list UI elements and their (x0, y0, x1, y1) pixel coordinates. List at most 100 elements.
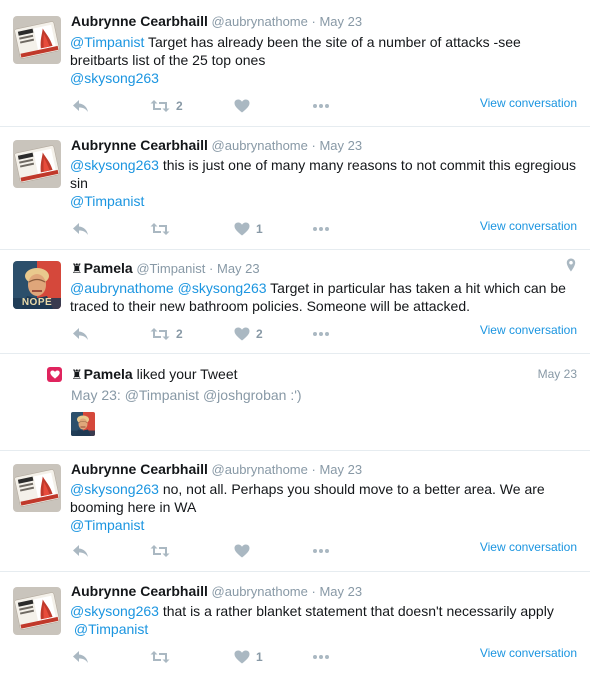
avatar-image (71, 412, 95, 436)
author-name[interactable]: Aubrynne Cearbhaill (71, 583, 208, 599)
view-conversation-link[interactable]: View conversation (480, 540, 577, 554)
mention-link[interactable]: @Timpanist (70, 34, 144, 50)
heart-icon (234, 222, 250, 236)
mention-link[interactable]: @skysong263 (70, 481, 159, 497)
more-icon (313, 227, 329, 231)
avatar-image (13, 587, 61, 635)
author-handle[interactable]: @aubrynathome (212, 14, 308, 29)
mention-link[interactable]: @skysong263 (70, 70, 159, 86)
view-conversation-link[interactable]: View conversation (480, 96, 577, 110)
retweet-icon (150, 100, 170, 112)
notification-action: liked your Tweet (132, 366, 238, 382)
tweet-date[interactable]: May 23 (217, 261, 260, 276)
more-button[interactable] (312, 324, 330, 344)
author-name[interactable]: Aubrynne Cearbhaill (71, 461, 208, 477)
tweet[interactable]: Aubrynne Cearbhaill @aubrynathome · May … (0, 0, 590, 127)
reply-button[interactable] (72, 219, 89, 239)
avatar[interactable] (71, 412, 95, 436)
mention-link[interactable]: @aubrynathome (70, 280, 174, 296)
more-button[interactable] (312, 219, 330, 239)
like-button[interactable] (234, 96, 250, 116)
avatar[interactable] (13, 587, 61, 635)
avatar[interactable] (13, 140, 61, 188)
reply-button[interactable] (72, 96, 89, 116)
tweet[interactable]: Aubrynne Cearbhaill @aubrynathome · May … (0, 127, 590, 250)
retweet-button[interactable]: 2 (150, 324, 183, 344)
avatar-image (13, 140, 61, 188)
like-count: 2 (256, 327, 263, 341)
separator-dot: · (209, 261, 214, 276)
more-button[interactable] (312, 541, 330, 561)
avatar[interactable] (13, 16, 61, 64)
reply-icon (73, 651, 88, 663)
reply-button[interactable] (72, 647, 89, 667)
tweet-text: @Timpanist Target has already been the s… (70, 33, 580, 87)
mention-link[interactable]: @Timpanist (70, 517, 144, 533)
heart-icon (234, 650, 250, 664)
heart-icon (234, 99, 250, 113)
retweet-button[interactable] (150, 219, 170, 239)
nope-label: NOPE (21, 297, 53, 308)
like-notification[interactable]: ♜Pamela liked your Tweet May 23 May 23: … (0, 354, 590, 451)
mention-link[interactable]: @skysong263 (70, 157, 159, 173)
avatar[interactable]: NOPE (13, 261, 61, 309)
like-button[interactable]: 2 (234, 324, 263, 344)
separator-dot: · (311, 462, 316, 477)
tweet[interactable]: NOPE ♜Pamela @Timpanist · May 23 @aubryn… (0, 250, 590, 354)
retweet-button[interactable] (150, 541, 170, 561)
tweet-date[interactable]: May 23 (319, 14, 362, 29)
like-count: 1 (256, 222, 263, 236)
view-conversation-link[interactable]: View conversation (480, 219, 577, 233)
retweet-count: 2 (176, 99, 183, 113)
author-name[interactable]: Pamela (84, 260, 133, 276)
tweet-text-content: that is a rather blanket statement that … (158, 603, 554, 619)
mention-link[interactable]: @Timpanist (74, 621, 148, 637)
reply-icon (73, 223, 88, 235)
view-conversation-link[interactable]: View conversation (480, 646, 577, 660)
more-button[interactable] (312, 647, 330, 667)
author-handle[interactable]: @aubrynathome (212, 462, 308, 477)
like-button[interactable]: 1 (234, 647, 263, 667)
retweet-button[interactable]: 2 (150, 96, 183, 116)
author-handle[interactable]: @aubrynathome (212, 584, 308, 599)
avatar-image (13, 464, 61, 512)
author-name[interactable]: Aubrynne Cearbhaill (71, 13, 208, 29)
tweet-date[interactable]: May 23 (319, 584, 362, 599)
location-pin-icon[interactable] (566, 258, 576, 272)
reply-icon (73, 545, 88, 557)
tweet[interactable]: Aubrynne Cearbhaill @aubrynathome · May … (0, 451, 590, 572)
avatar-image (13, 16, 61, 64)
separator-dot: · (311, 584, 316, 599)
like-button[interactable] (234, 541, 250, 561)
tweet[interactable]: Aubrynne Cearbhaill @aubrynathome · May … (0, 572, 590, 680)
tweet-date[interactable]: May 23 (319, 138, 362, 153)
tweet-header: Aubrynne Cearbhaill @aubrynathome · May … (71, 13, 362, 29)
mention-link[interactable]: @skysong263 (70, 603, 159, 619)
view-conversation-link[interactable]: View conversation (480, 323, 577, 337)
retweet-icon (150, 651, 170, 663)
avatar[interactable] (13, 464, 61, 512)
retweet-button[interactable] (150, 647, 170, 667)
like-button[interactable]: 1 (234, 219, 263, 239)
more-icon (313, 104, 329, 108)
reply-icon (73, 100, 88, 112)
more-button[interactable] (312, 96, 330, 116)
author-handle[interactable]: @Timpanist (136, 261, 205, 276)
reply-icon (73, 328, 88, 340)
author-handle[interactable]: @aubrynathome (212, 138, 308, 153)
tweet-date[interactable]: May 23 (319, 462, 362, 477)
author-name[interactable]: Aubrynne Cearbhaill (71, 137, 208, 153)
like-badge-icon (47, 367, 62, 382)
mention-link[interactable]: @skysong263 (178, 280, 267, 296)
more-icon (313, 655, 329, 659)
reply-button[interactable] (72, 541, 89, 561)
notification-date: May 23 (537, 367, 577, 381)
liked-tweet-preview[interactable]: May 23: @Timpanist @joshgroban :') (71, 387, 302, 403)
reply-button[interactable] (72, 324, 89, 344)
chess-king-icon: ♜ (71, 261, 83, 276)
author-name[interactable]: Pamela (84, 366, 133, 382)
tweet-text: @skysong263 this is just one of many man… (70, 156, 580, 210)
retweet-count: 2 (176, 327, 183, 341)
more-icon (313, 332, 329, 336)
mention-link[interactable]: @Timpanist (70, 193, 144, 209)
